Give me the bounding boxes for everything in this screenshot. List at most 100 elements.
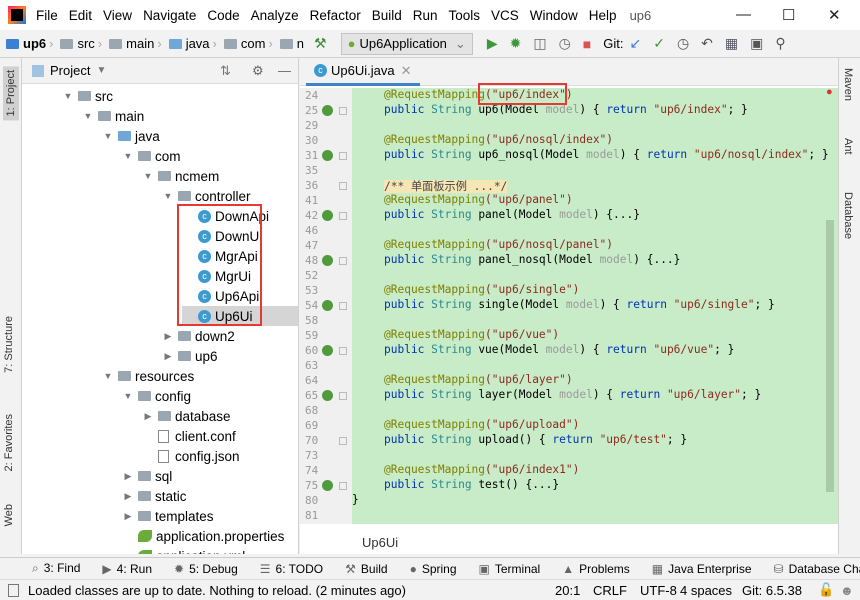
error-indicator-icon[interactable]: ● xyxy=(826,86,833,98)
fold-marker-icon[interactable] xyxy=(339,347,347,355)
chevron-right-icon[interactable]: ▶ xyxy=(122,491,134,502)
tree-item-com[interactable]: ▼ com xyxy=(122,146,181,166)
chevron-down-icon[interactable]: ▼ xyxy=(96,65,106,76)
profile-icon[interactable]: ◷ xyxy=(559,35,571,52)
breadcrumb-item[interactable]: src › xyxy=(60,36,105,51)
breadcrumb-item[interactable]: n xyxy=(279,36,304,51)
chevron-right-icon[interactable]: ▶ xyxy=(122,471,134,482)
tool-window-spring[interactable]: ● Spring xyxy=(410,562,457,576)
web-endpoint-icon[interactable] xyxy=(322,105,333,116)
search-icon[interactable]: ⚲ xyxy=(775,35,785,52)
breadcrumb-item[interactable]: main › xyxy=(109,36,165,51)
run-config-select[interactable]: ● Up6Application ⌄ xyxy=(340,32,473,55)
chevron-right-icon[interactable]: ▶ xyxy=(122,511,134,522)
tab-favorites[interactable]: 2: Favorites xyxy=(3,414,15,471)
tree-item-config[interactable]: ▼ config xyxy=(122,386,192,406)
breadcrumb-item[interactable]: up6 › xyxy=(6,36,56,51)
git-commit-icon[interactable]: ✓ xyxy=(653,35,665,52)
rollback-icon[interactable]: ↶ xyxy=(701,35,713,52)
tree-item-up6[interactable]: ▶ up6 xyxy=(162,346,218,366)
menu-analyze[interactable]: Analyze xyxy=(251,8,299,23)
chevron-down-icon[interactable]: ▼ xyxy=(102,131,114,141)
collapse-all-icon[interactable]: ⇅ xyxy=(220,63,231,79)
fold-marker-icon[interactable] xyxy=(339,107,347,115)
code-area[interactable]: @RequestMapping("up6/index") public Strin… xyxy=(352,88,838,524)
project-structure-icon[interactable]: ▦ xyxy=(725,35,738,52)
menu-file[interactable]: File xyxy=(36,8,58,23)
close-button[interactable]: ✕ xyxy=(828,6,841,24)
tree-item-down2[interactable]: ▶ down2 xyxy=(162,326,235,346)
tab-database[interactable]: Database xyxy=(842,192,854,239)
menu-tools[interactable]: Tools xyxy=(449,8,481,23)
fold-marker-icon[interactable] xyxy=(339,152,347,160)
editor-breadcrumb[interactable]: Up6Ui xyxy=(300,524,838,554)
tree-item-application-yml[interactable]: application.yml xyxy=(122,546,245,554)
debug-icon[interactable]: ✹ xyxy=(510,35,522,52)
tab-up6ui-java[interactable]: c Up6Ui.java ✕ xyxy=(306,58,420,86)
tool-window----todo[interactable]: ☰ 6: TODO xyxy=(260,562,323,576)
fold-marker-icon[interactable] xyxy=(339,437,347,445)
tab-structure[interactable]: 7: Structure xyxy=(3,316,15,373)
menu-edit[interactable]: Edit xyxy=(69,8,92,23)
fold-marker-icon[interactable] xyxy=(339,302,347,310)
menu-build[interactable]: Build xyxy=(372,8,402,23)
project-view-select[interactable]: Project xyxy=(50,63,90,78)
tree-item-sql[interactable]: ▶ sql xyxy=(122,466,173,486)
chevron-down-icon[interactable]: ▼ xyxy=(82,111,94,121)
hide-panel-icon[interactable]: — xyxy=(278,63,291,78)
chevron-down-icon[interactable]: ▼ xyxy=(122,151,134,161)
tree-item-templates[interactable]: ▶ templates xyxy=(122,506,214,526)
web-endpoint-icon[interactable] xyxy=(322,150,333,161)
web-endpoint-icon[interactable] xyxy=(322,345,333,356)
tree-item-src[interactable]: ▼ src xyxy=(62,86,113,106)
inspector-icon[interactable]: ☻ xyxy=(840,583,854,598)
menu-run[interactable]: Run xyxy=(413,8,438,23)
chevron-down-icon[interactable]: ▼ xyxy=(142,171,154,181)
chevron-down-icon[interactable]: ▼ xyxy=(122,391,134,401)
web-endpoint-icon[interactable] xyxy=(322,255,333,266)
run-icon[interactable]: ▶ xyxy=(487,35,498,52)
tree-item-client-conf[interactable]: client.conf xyxy=(142,426,236,446)
git-branch[interactable]: Git: 6.5.38 xyxy=(742,583,802,598)
fold-marker-icon[interactable] xyxy=(339,182,347,190)
tool-window-problems[interactable]: ▲ Problems xyxy=(562,562,630,576)
tool-window----find[interactable]: ⌕ 3: Find xyxy=(32,561,80,576)
cursor-position[interactable]: 20:1 xyxy=(555,583,580,598)
tree-item-ncmem[interactable]: ▼ ncmem xyxy=(142,166,220,186)
menu-help[interactable]: Help xyxy=(589,8,617,23)
chevron-right-icon[interactable]: ▶ xyxy=(162,331,174,342)
indent-setting[interactable]: 4 spaces xyxy=(680,583,732,598)
line-separator[interactable]: CRLF xyxy=(593,583,627,598)
chevron-down-icon[interactable]: ▼ xyxy=(102,371,114,381)
chevron-down-icon[interactable]: ▼ xyxy=(62,91,74,101)
tree-item-config-json[interactable]: config.json xyxy=(142,446,240,466)
stop-icon[interactable]: ■ xyxy=(583,36,591,52)
fold-marker-icon[interactable] xyxy=(339,392,347,400)
coverage-icon[interactable]: ◫ xyxy=(533,35,546,52)
tab-maven[interactable]: Maven xyxy=(842,68,854,101)
menu-code[interactable]: Code xyxy=(207,8,239,23)
menu-navigate[interactable]: Navigate xyxy=(143,8,196,23)
menu-vcs[interactable]: VCS xyxy=(491,8,519,23)
tool-window-database-changes[interactable]: ⛁ Database Changes xyxy=(774,562,860,576)
tree-item-static[interactable]: ▶ static xyxy=(122,486,187,506)
tree-item-resources[interactable]: ▼ resources xyxy=(102,366,195,386)
chevron-right-icon[interactable]: ▶ xyxy=(142,411,154,422)
tree-item-database[interactable]: ▶ database xyxy=(142,406,231,426)
menu-view[interactable]: View xyxy=(103,8,132,23)
tab-web[interactable]: Web xyxy=(3,504,15,526)
tool-window----run[interactable]: ▶ 4: Run xyxy=(102,562,152,576)
tool-window----debug[interactable]: ✹ 5: Debug xyxy=(174,562,238,576)
tree-item-controller[interactable]: ▼ controller xyxy=(162,186,251,206)
maximize-button[interactable]: ☐ xyxy=(782,6,795,24)
run-anything-icon[interactable]: ▣ xyxy=(750,35,763,52)
fold-marker-icon[interactable] xyxy=(339,212,347,220)
breadcrumb-item[interactable]: com › xyxy=(223,36,276,51)
tab-project[interactable]: 1: Project xyxy=(3,66,19,121)
web-endpoint-icon[interactable] xyxy=(322,300,333,311)
fold-marker-icon[interactable] xyxy=(339,257,347,265)
tree-item-application-properties[interactable]: application.properties xyxy=(122,526,284,546)
web-endpoint-icon[interactable] xyxy=(322,480,333,491)
tree-item-java[interactable]: ▼ java xyxy=(102,126,160,146)
chevron-down-icon[interactable]: ▼ xyxy=(162,191,174,201)
